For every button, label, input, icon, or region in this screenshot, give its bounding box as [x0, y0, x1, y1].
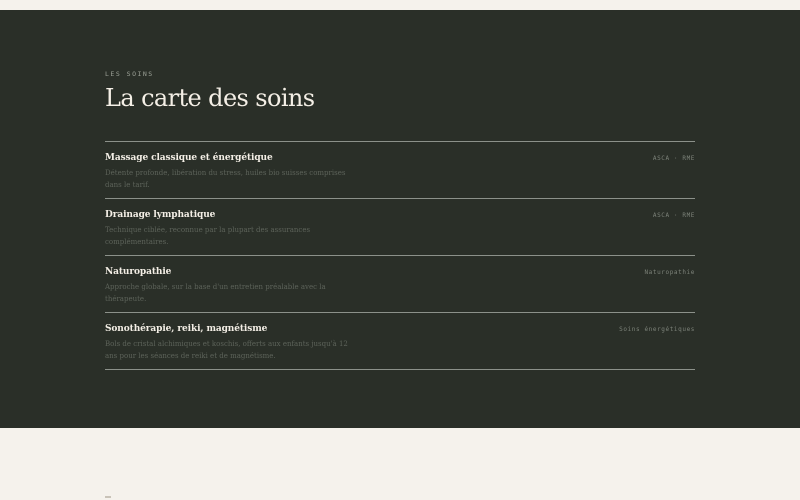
treatment-list: Massage classique et énergétique Détente…	[105, 141, 695, 370]
treatment-name: Sonothérapie, reiki, magnétisme	[105, 324, 268, 334]
treatment-item-sonotherapie: Sonothérapie, reiki, magnétisme Bols de …	[105, 313, 695, 370]
treatment-name: Drainage lymphatique	[105, 210, 216, 220]
treatment-item-drainage: Drainage lymphatique Technique ciblée, r…	[105, 199, 695, 256]
page-top-strip	[0, 0, 800, 10]
treatment-description: Détente profonde, libération du stress, …	[105, 169, 346, 189]
next-section-marker	[105, 496, 111, 498]
treatment-item-massage: Massage classique et énergétique Détente…	[105, 142, 695, 199]
section-eyebrow: LES SOINS	[105, 70, 154, 78]
treatment-tag: ASCA · RME	[652, 155, 695, 162]
treatment-item-naturopathie: Naturopathie Approche globale, sur la ba…	[105, 256, 695, 313]
treatment-tag: Naturopathie	[644, 269, 695, 276]
treatment-name: Massage classique et énergétique	[105, 153, 273, 163]
treatment-tag: Soins énergétiques	[619, 326, 695, 333]
treatment-description: Approche globale, sur la base d'un entre…	[105, 283, 326, 303]
page-title: La carte des soins	[105, 84, 315, 112]
treatment-tag: ASCA · RME	[652, 212, 695, 219]
next-section	[0, 428, 800, 500]
treatment-description: Bols de cristal alchimiques et koschis, …	[105, 340, 348, 360]
treatment-name: Naturopathie	[105, 267, 172, 277]
treatment-description: Technique ciblée, reconnue par la plupar…	[105, 226, 311, 246]
